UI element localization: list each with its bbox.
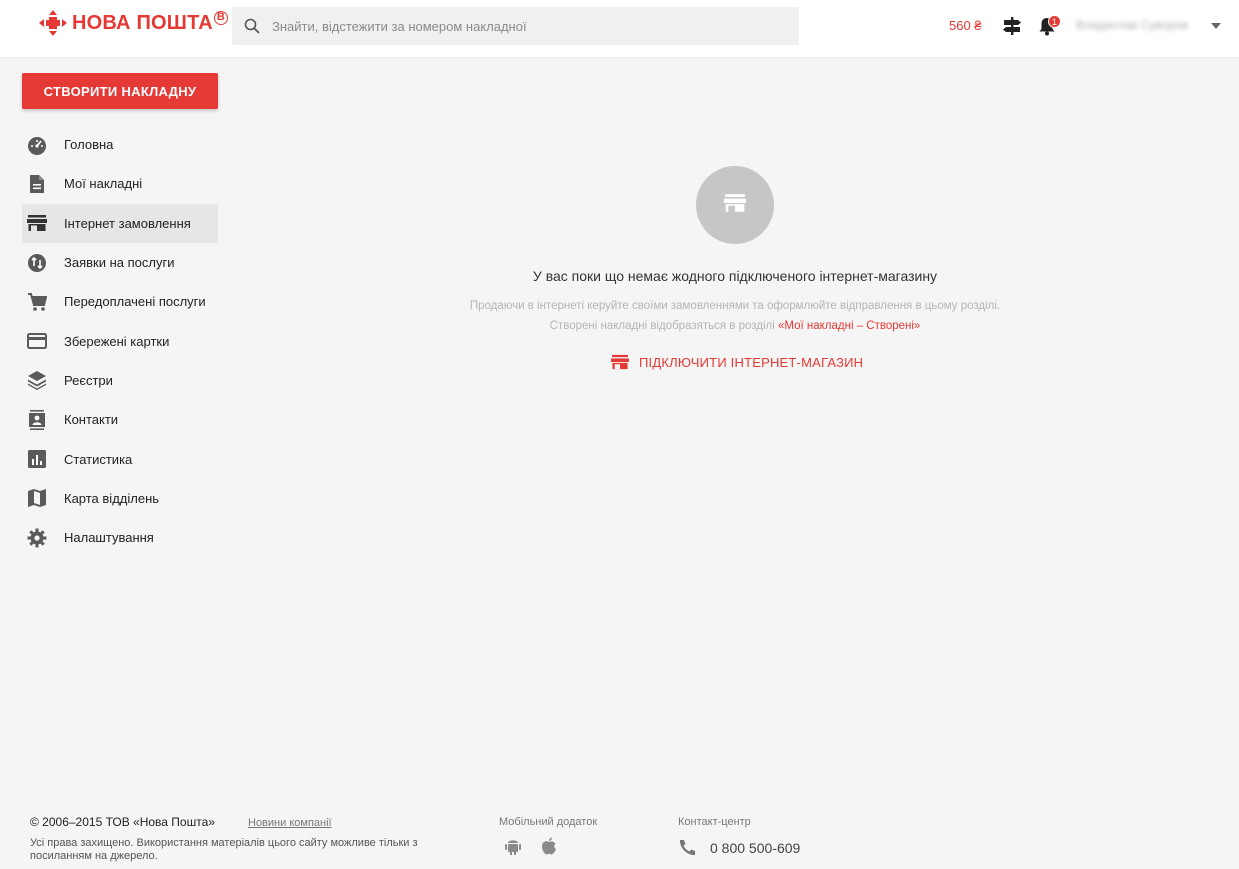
- sidebar-item-label: Інтернет замовлення: [64, 215, 191, 231]
- sidebar-item-prepaid-services[interactable]: Передоплачені послуги: [22, 282, 218, 321]
- chevron-down-icon[interactable]: [1211, 23, 1221, 29]
- connect-store-button[interactable]: Підключити інтернет-магазин: [610, 352, 863, 372]
- create-waybill-button[interactable]: Створити накладну: [22, 73, 218, 109]
- nova-poshta-logo-icon: [38, 9, 68, 37]
- store-icon: [26, 212, 48, 234]
- sidebar-item-internet-orders[interactable]: Інтернет замовлення: [22, 203, 218, 243]
- logo-badge: B: [213, 11, 228, 25]
- connect-store-label: Підключити інтернет-магазин: [639, 354, 864, 370]
- contact-center-label: Контакт-центр: [678, 816, 751, 828]
- store-icon: [610, 352, 630, 372]
- top-header: НОВА ПОШТА B 560 ₴ 1 Владислав Суворов: [0, 0, 1239, 58]
- search-icon[interactable]: [232, 7, 272, 45]
- sidebar-item-registers[interactable]: Реєстри: [22, 361, 218, 400]
- map-icon: [26, 487, 48, 509]
- credit-card-icon: [26, 330, 48, 352]
- android-icon[interactable]: [505, 837, 521, 860]
- empty-state-desc-prefix: Створені накладні відобразяться в розділ…: [549, 320, 778, 332]
- logo-text: НОВА ПОШТА: [72, 11, 213, 34]
- sidebar-item-label: Головна: [64, 137, 114, 153]
- sidebar-item-service-requests[interactable]: Заявки на послуги: [22, 243, 218, 282]
- user-name[interactable]: Владислав Суворов: [1076, 18, 1188, 32]
- sidebar-item-label: Контакти: [64, 412, 119, 428]
- sidebar-item-label: Збережені картки: [64, 333, 170, 349]
- empty-state-desc-line2: Створені накладні відобразяться в розділ…: [330, 316, 1140, 336]
- document-icon: [26, 173, 48, 195]
- balance-amount[interactable]: 560 ₴: [949, 18, 982, 33]
- empty-state-illustration: [696, 166, 774, 244]
- sidebar-item-label: Карта відділень: [64, 490, 160, 506]
- empty-state-description: Продаючи в інтернеті керуйте своїми замо…: [330, 296, 1140, 336]
- sidebar-nav: Головна Мої накладні Інтернет замовлення: [22, 125, 218, 557]
- search-input[interactable]: [272, 18, 772, 34]
- company-news-link[interactable]: Новини компанії: [248, 817, 332, 829]
- sidebar-item-saved-cards[interactable]: Збережені картки: [22, 321, 218, 360]
- signpost-icon[interactable]: [1001, 15, 1023, 37]
- footer-copyright: © 2006–2015 ТОВ «Нова Пошта»: [30, 815, 215, 829]
- sidebar-item-label: Налаштування: [64, 530, 154, 546]
- phone-icon: [678, 838, 700, 858]
- bar-chart-icon: [26, 448, 48, 470]
- cart-icon: [26, 291, 48, 313]
- sidebar-item-my-waybills[interactable]: Мої накладні: [22, 164, 218, 203]
- dashboard-icon: [26, 134, 48, 156]
- layers-icon: [26, 369, 48, 391]
- mobile-app-links: [505, 837, 557, 860]
- mobile-app-label: Мобільний додаток: [499, 816, 598, 828]
- logo[interactable]: НОВА ПОШТА B: [38, 9, 228, 37]
- notification-badge: 1: [1048, 15, 1061, 28]
- search-bar[interactable]: [232, 7, 799, 45]
- service-request-icon: [26, 252, 48, 274]
- sidebar-item-label: Статистика: [64, 451, 133, 467]
- sidebar-item-settings[interactable]: Налаштування: [22, 518, 218, 557]
- phone-number: 0 800 500-609: [710, 840, 801, 856]
- sidebar-item-home[interactable]: Головна: [22, 125, 218, 164]
- sidebar-item-label: Реєстри: [64, 372, 113, 388]
- sidebar-item-branch-map[interactable]: Карта відділень: [22, 479, 218, 518]
- sidebar-item-label: Мої накладні: [64, 176, 143, 192]
- gear-icon: [26, 527, 48, 549]
- sidebar-item-statistics[interactable]: Статистика: [22, 439, 218, 478]
- footer-rights: Усі права захищено. Використання матеріа…: [30, 837, 418, 862]
- my-waybills-created-link[interactable]: «Мої накладні – Створені»: [778, 320, 920, 332]
- apple-icon[interactable]: [541, 837, 557, 860]
- contact-phone[interactable]: 0 800 500-609: [678, 838, 800, 858]
- empty-state-title: У вас поки що немає жодного підключеного…: [532, 268, 938, 284]
- sidebar-item-label: Передоплачені послуги: [64, 294, 206, 310]
- sidebar-item-contacts[interactable]: Контакти: [22, 400, 218, 439]
- sidebar-item-label: Заявки на послуги: [64, 255, 175, 271]
- contacts-icon: [26, 409, 48, 431]
- empty-state-desc-line1: Продаючи в інтернеті керуйте своїми замо…: [469, 300, 1001, 312]
- store-icon: [724, 193, 746, 218]
